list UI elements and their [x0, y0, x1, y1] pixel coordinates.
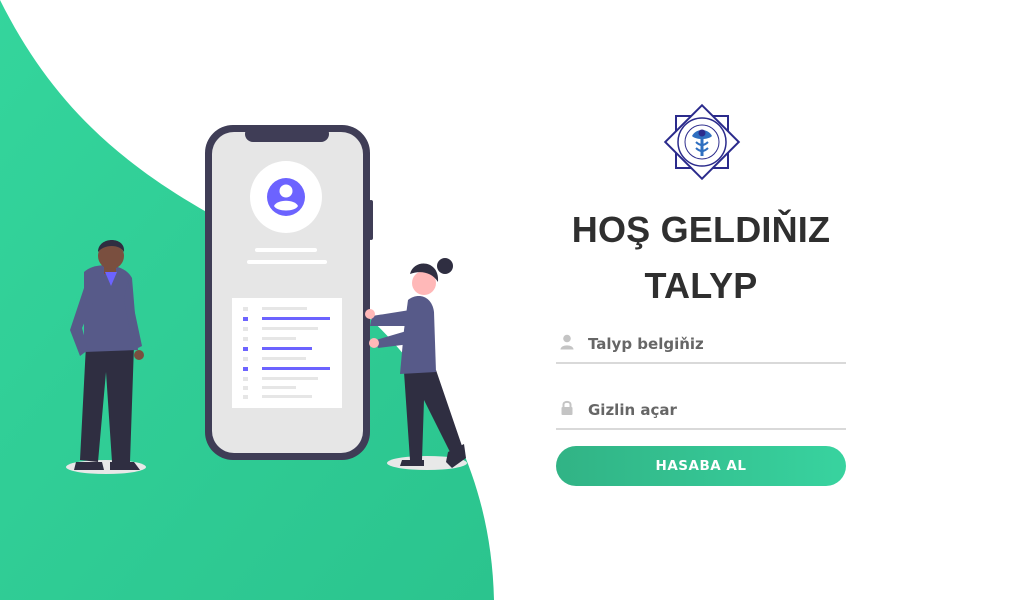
password-field [556, 392, 846, 430]
university-emblem-icon [660, 100, 744, 184]
welcome-heading: HOŞ GELDIŇIZ TALYP [516, 202, 886, 314]
woman-illustration [365, 258, 466, 468]
lock-icon [561, 400, 573, 415]
username-field [556, 326, 846, 364]
user-icon [560, 334, 574, 350]
login-illustration [66, 125, 467, 474]
login-button[interactable]: HASABA AL [556, 446, 846, 486]
welcome-line-2: TALYP [644, 265, 758, 306]
phone-illustration [205, 125, 373, 460]
student-id-input[interactable] [586, 330, 840, 358]
password-input[interactable] [586, 396, 840, 424]
welcome-line-1: HOŞ GELDIŇIZ [571, 209, 831, 250]
man-illustration [70, 240, 144, 470]
